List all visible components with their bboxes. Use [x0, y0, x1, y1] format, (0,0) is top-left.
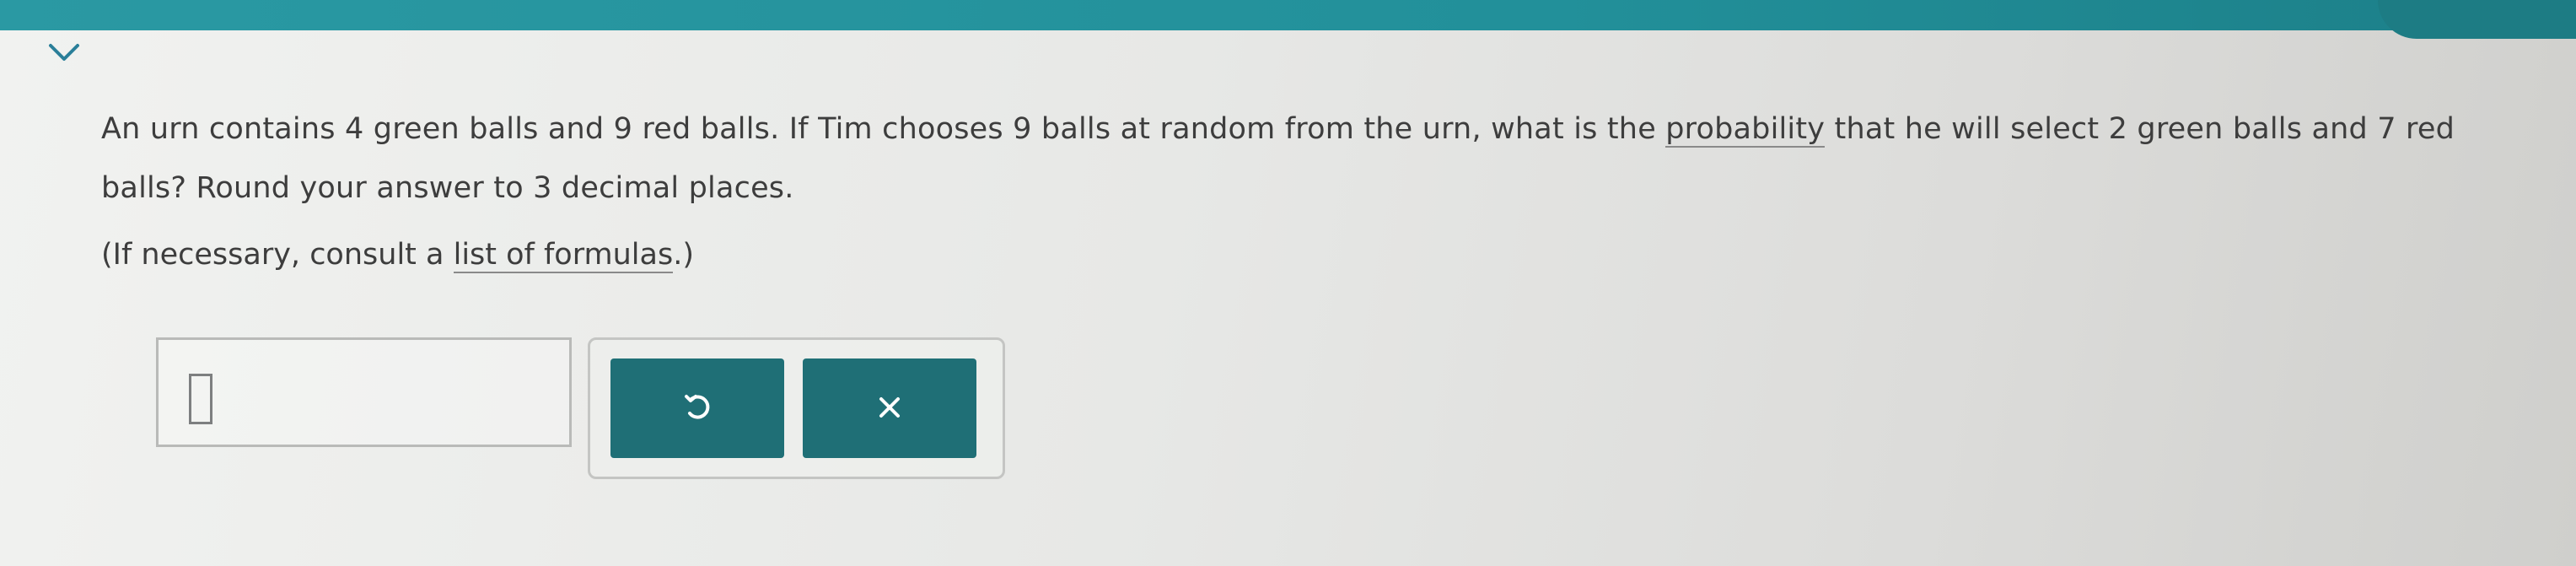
answer-box [156, 337, 572, 447]
top-bar-corner [2378, 0, 2576, 39]
list-of-formulas-link[interactable]: list of formulas [453, 238, 674, 273]
collapse-toggle[interactable] [42, 37, 86, 71]
close-icon [877, 395, 902, 423]
formula-prefix: (If necessary, consult a [101, 238, 454, 272]
question-text: An urn contains 4 green balls and 9 red … [101, 100, 2546, 218]
formula-hint: (If necessary, consult a list of formula… [101, 238, 694, 273]
clear-button[interactable] [803, 358, 976, 458]
undo-icon [683, 393, 712, 424]
formula-suffix: .) [673, 238, 694, 272]
probability-link[interactable]: probability [1665, 112, 1826, 148]
top-bar [0, 0, 2576, 30]
undo-button[interactable] [610, 358, 784, 458]
action-panel [588, 337, 1005, 479]
answer-input[interactable] [189, 374, 212, 424]
question-text-part1: An urn contains 4 green balls and 9 red … [101, 112, 1666, 146]
chevron-down-icon [47, 42, 81, 66]
